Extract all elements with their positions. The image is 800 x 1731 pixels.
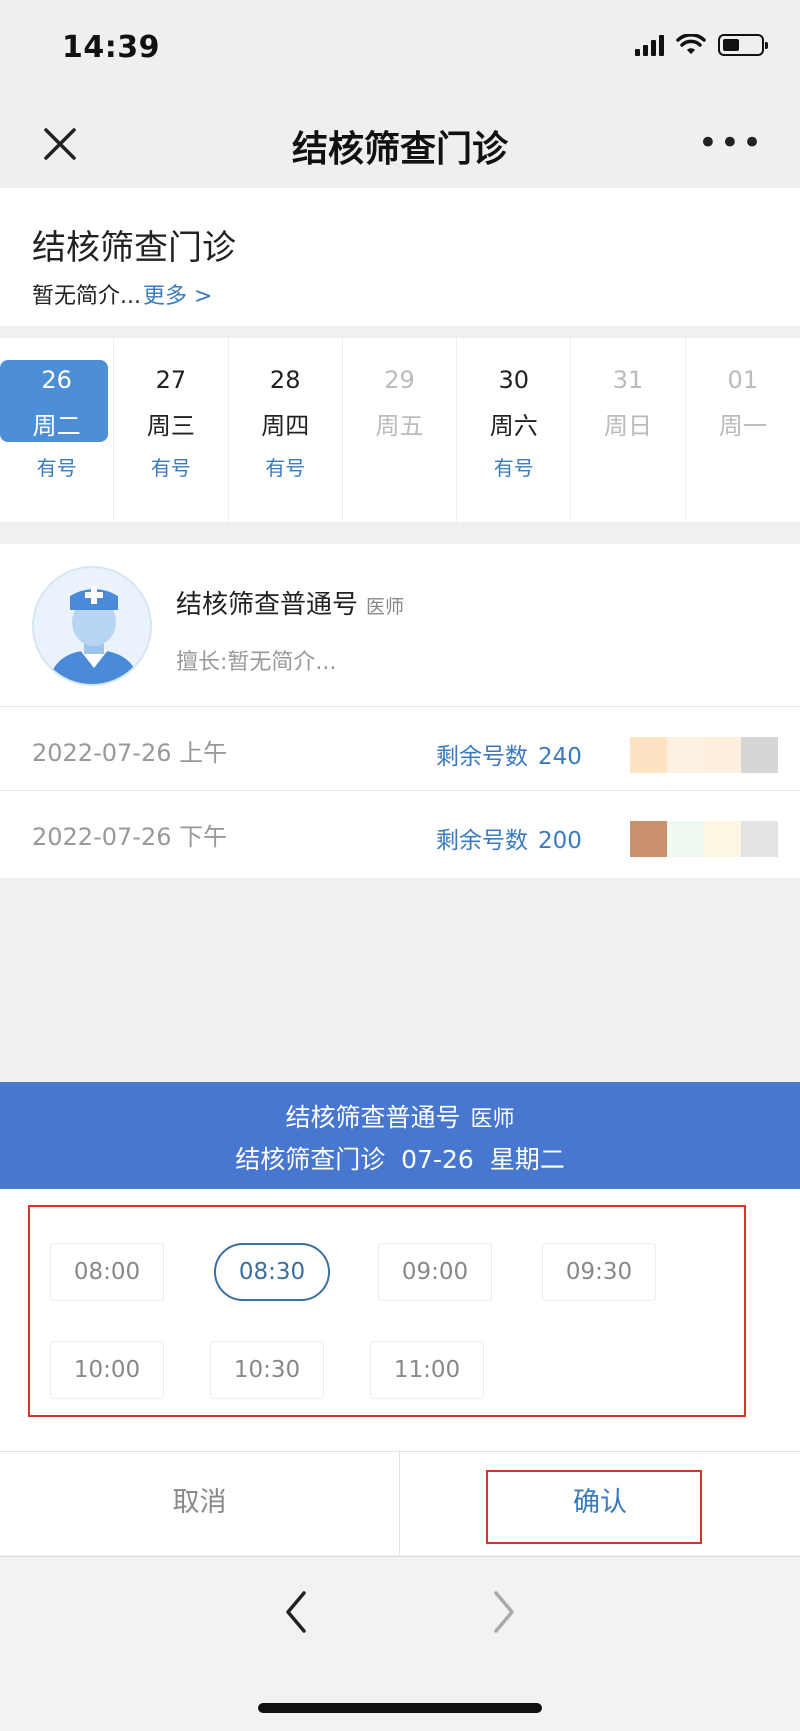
blur-block	[630, 737, 667, 773]
date-item[interactable]: 28 周四有号	[229, 338, 343, 522]
remaining-number: 200	[538, 828, 582, 854]
date-day: 28	[269, 366, 301, 394]
time-slot-0800[interactable]: 08:00	[50, 1243, 164, 1301]
blurred-price	[630, 821, 778, 857]
date-item[interactable]: 29 周五	[343, 338, 458, 522]
remaining-count: 剩余号数 240	[436, 737, 582, 771]
remaining-number: 240	[538, 744, 582, 770]
time-slot-0930[interactable]: 09:30	[542, 1243, 656, 1301]
time-slot-0900[interactable]: 09:00	[378, 1243, 492, 1301]
clinic-name: 结核筛查门诊	[32, 228, 236, 268]
date-availability: 有号	[493, 456, 534, 480]
schedule-date: 2022-07-26 上午	[32, 739, 228, 767]
cancel-button[interactable]: 取消	[0, 1452, 400, 1555]
blur-block	[630, 821, 667, 857]
sheet-doctor-title: 医师	[470, 1107, 515, 1132]
date-availability: 有号	[265, 456, 306, 480]
nav-bar: 结核筛查门诊 •••	[0, 100, 800, 188]
remaining-label: 剩余号数	[436, 828, 528, 854]
remaining-count: 剩余号数 200	[436, 821, 582, 855]
date-day: 31	[612, 366, 644, 394]
sheet-actions: 取消 确认	[0, 1451, 800, 1555]
doctor-card[interactable]: 结核筛查普通号 医师 擅长:暂无简介... 2022-07-26 上午 剩余号数 2…	[0, 544, 800, 878]
blur-block	[667, 737, 704, 773]
schedule-row[interactable]: 2022-07-26 下午 剩余号数 200	[0, 790, 800, 874]
date-availability: 有号	[150, 456, 191, 480]
chevron-right-icon[interactable]	[484, 1587, 524, 1637]
sheet-header: 结核筛查普通号 医师 结核筛查门诊 07-26 星期二	[0, 1082, 800, 1189]
status-time: 14:39	[62, 30, 160, 65]
doctor-avatar-icon	[32, 566, 152, 686]
blur-block	[667, 821, 704, 857]
status-icons	[635, 34, 768, 56]
wifi-icon	[676, 34, 706, 54]
date-availability: 有号	[36, 456, 77, 480]
sheet-date-line: 结核筛查门诊 07-26 星期二	[235, 1145, 565, 1174]
blur-block	[704, 821, 741, 857]
battery-icon	[718, 34, 768, 56]
doctor-name: 结核筛查普通号 医师	[176, 584, 404, 621]
schedule-row[interactable]: 2022-07-26 上午 剩余号数 240	[0, 706, 800, 790]
date-weekday: 周二	[32, 412, 81, 440]
time-slot-1100[interactable]: 11:00	[370, 1341, 484, 1399]
cellular-signal-icon	[635, 34, 664, 56]
date-day: 26	[41, 366, 72, 394]
date-item[interactable]: 31 周日	[571, 338, 686, 522]
clinic-brief-text: 暂无简介...	[32, 284, 141, 309]
doctor-skill: 擅长:暂无简介...	[176, 650, 337, 675]
date-item[interactable]: 27 周三有号	[114, 338, 229, 522]
time-slot-1030[interactable]: 10:30	[210, 1341, 324, 1399]
status-bar: 14:39	[0, 0, 800, 100]
date-item[interactable]: 30 周六有号	[457, 338, 572, 522]
blur-block	[704, 737, 741, 773]
date-weekday: 周四	[261, 412, 310, 440]
date-item[interactable]: 01 周一	[686, 338, 800, 522]
page-title: 结核筛查门诊	[291, 129, 508, 170]
clinic-more-link[interactable]: 更多 >	[143, 284, 212, 309]
time-slot-0830[interactable]: 08:30	[214, 1243, 330, 1301]
date-weekday: 周日	[604, 412, 653, 440]
date-selector: 26 周二有号 27 周三有号 28 周四有号 29 周五 30 周六有号 31 周日 01 周一	[0, 338, 800, 522]
blur-block	[741, 737, 778, 773]
doctor-name-text: 结核筛查普通号	[176, 590, 359, 620]
more-options-button[interactable]: •••	[698, 126, 764, 160]
date-item[interactable]: 26 周二有号	[0, 338, 115, 522]
date-day: 29	[384, 366, 415, 394]
date-weekday: 周三	[146, 412, 195, 440]
schedule-date: 2022-07-26 下午	[32, 823, 228, 851]
date-day: 27	[155, 366, 187, 394]
doctor-title: 医师	[366, 596, 405, 618]
chevron-left-icon[interactable]	[276, 1587, 316, 1637]
clinic-info: 结核筛查门诊 暂无简介...更多 >	[0, 188, 800, 326]
date-weekday: 周一	[718, 412, 767, 440]
time-slot-1000[interactable]: 10:00	[50, 1341, 164, 1399]
date-day: 01	[727, 366, 759, 394]
blurred-price	[630, 737, 778, 773]
sheet-doctor-name: 结核筛查普通号	[285, 1103, 461, 1132]
sheet-doctor-line: 结核筛查普通号 医师	[0, 1098, 800, 1134]
blur-block	[741, 821, 778, 857]
date-day: 30	[498, 366, 530, 394]
home-indicator	[258, 1703, 542, 1713]
time-picker: 08:00 08:30 09:00 09:30 10:00 10:30 11:00	[0, 1189, 800, 1451]
highlight-frame	[486, 1470, 702, 1544]
remaining-label: 剩余号数	[436, 744, 528, 770]
clinic-brief: 暂无简介...更多 >	[32, 278, 212, 310]
date-weekday: 周六	[489, 412, 538, 440]
browser-toolbar	[0, 1556, 800, 1731]
date-weekday: 周五	[375, 412, 424, 440]
battery-fill	[723, 39, 740, 51]
